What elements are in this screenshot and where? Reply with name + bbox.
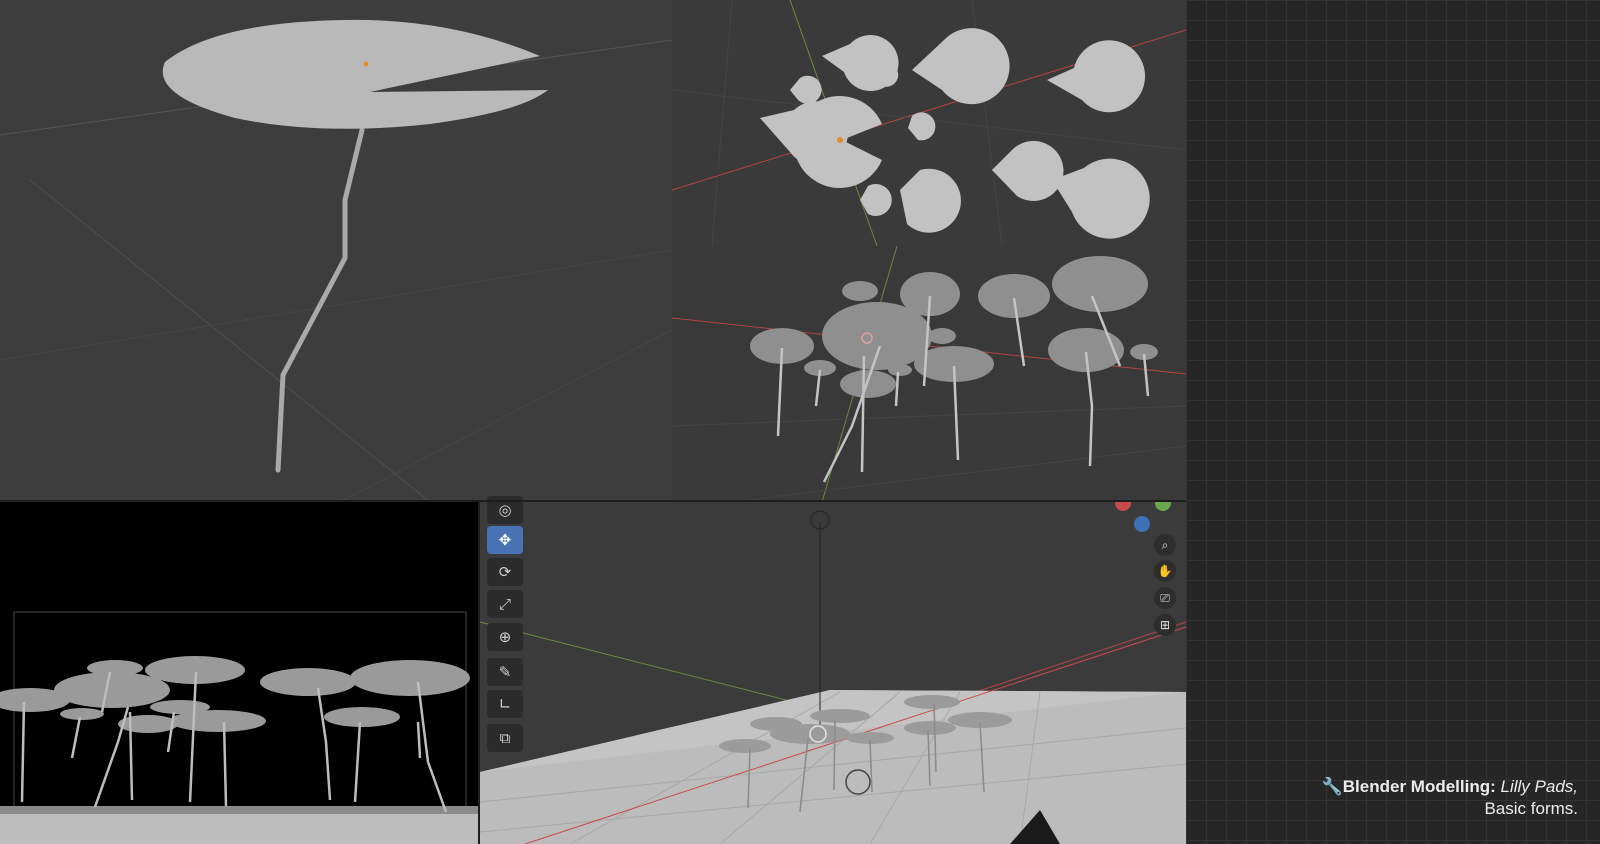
lily-pad	[162, 19, 548, 129]
title-caption: 🔧Blender Modelling: Lilly Pads, Basic fo…	[1322, 776, 1578, 819]
single-pad-scene	[0, 19, 672, 502]
render-scene	[0, 611, 480, 844]
pan-hand-icon[interactable]: ✋	[1154, 560, 1176, 582]
scale-icon[interactable]: ⤢	[487, 590, 523, 618]
stem	[275, 127, 365, 473]
viewport-side[interactable]	[672, 246, 1186, 502]
transform-icon[interactable]: ⊕	[487, 623, 523, 651]
camera-view-icon[interactable]: ⎚	[1154, 587, 1176, 609]
zoom-icon[interactable]: ⌕	[1154, 534, 1176, 556]
caption-subtitle: Basic forms.	[1484, 799, 1578, 818]
viewport-top[interactable]	[672, 0, 1186, 246]
grid-perspective-icon[interactable]: ⊞	[1154, 614, 1176, 636]
perspective-scene	[480, 510, 1186, 844]
area-divider-horizontal[interactable]	[0, 500, 1186, 502]
measure-icon[interactable]: ∟	[487, 690, 523, 718]
caption-subject: Lilly Pads,	[1500, 777, 1578, 796]
axis-z-gizmo[interactable]	[1134, 516, 1150, 532]
grid-background-panel	[1186, 0, 1600, 844]
add-cube-icon[interactable]: ⧉	[487, 724, 523, 752]
rotate-icon[interactable]: ⟳	[487, 558, 523, 586]
viewport-perspective[interactable]	[480, 502, 1186, 844]
origin-dot	[363, 61, 369, 67]
viewport-render-preview[interactable]	[0, 502, 480, 844]
caption-title: Blender Modelling:	[1342, 777, 1496, 796]
side-view-scene	[672, 246, 1186, 502]
top-view-scene	[672, 0, 1186, 246]
annotate-icon[interactable]: ✎	[487, 658, 523, 686]
wrench-icon: 🔧	[1321, 777, 1343, 797]
viewport-single-pad[interactable]	[0, 0, 672, 502]
move-icon[interactable]: ✥	[487, 526, 523, 554]
area-divider-vertical[interactable]	[478, 502, 480, 844]
